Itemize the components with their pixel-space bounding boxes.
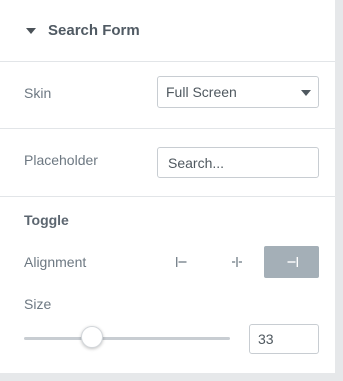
search-form-panel: Search Form Skin Full Screen Placeholder… (0, 0, 335, 373)
skin-select[interactable]: Full Screen (157, 76, 319, 108)
align-left-icon (176, 257, 187, 267)
section-title: Search Form (48, 22, 140, 39)
align-center-icon (232, 257, 242, 267)
caret-down-icon[interactable] (26, 28, 36, 34)
align-left-button[interactable] (155, 246, 210, 278)
alignment-control (155, 246, 320, 278)
size-label: Size (24, 296, 52, 312)
align-center-button[interactable] (210, 246, 265, 278)
alignment-label: Alignment (24, 254, 87, 270)
placeholder-input[interactable] (157, 147, 319, 178)
size-input[interactable] (249, 324, 319, 354)
size-slider-handle[interactable] (80, 326, 103, 348)
divider (0, 128, 335, 129)
section-header-search-form[interactable]: Search Form (0, 0, 335, 62)
placeholder-label: Placeholder (24, 152, 98, 168)
skin-select-value: Full Screen (166, 84, 237, 100)
align-right-icon (287, 257, 298, 267)
size-slider-track[interactable] (24, 337, 230, 340)
align-right-button[interactable] (264, 246, 320, 278)
toggle-heading: Toggle (24, 212, 69, 228)
chevron-down-icon (301, 90, 311, 96)
skin-label: Skin (24, 85, 52, 101)
divider (0, 196, 335, 197)
